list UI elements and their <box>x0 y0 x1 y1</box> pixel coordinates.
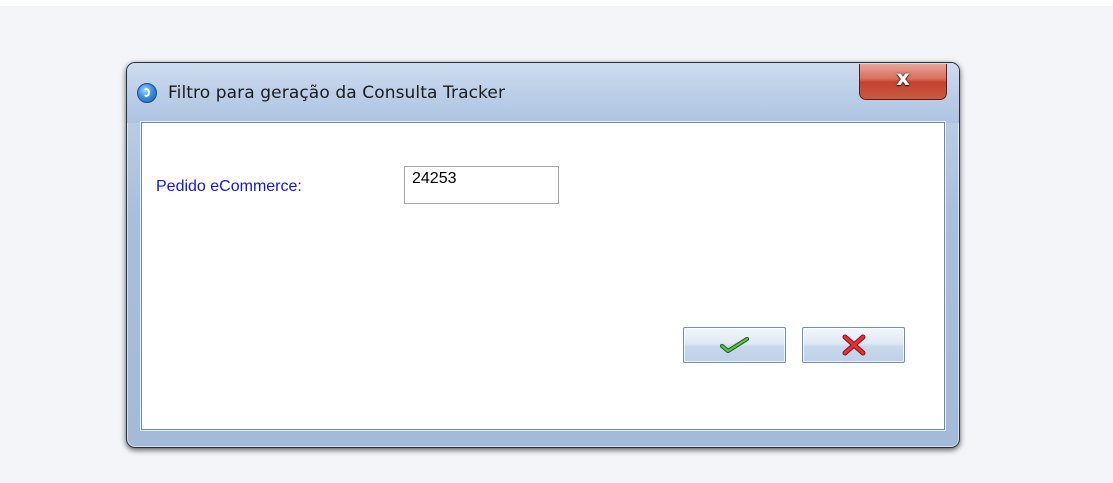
desktop-background: Filtro para geração da Consulta Tracker … <box>0 0 1113 483</box>
title-bar[interactable]: Filtro para geração da Consulta Tracker … <box>127 63 959 123</box>
pedido-ecommerce-label: Pedido eCommerce: <box>156 178 302 195</box>
pedido-ecommerce-input[interactable] <box>404 166 559 204</box>
close-icon: x <box>896 66 910 90</box>
filter-dialog: Filtro para geração da Consulta Tracker … <box>126 62 960 448</box>
confirm-button[interactable] <box>683 327 786 363</box>
check-icon <box>719 337 749 353</box>
dialog-title: Filtro para geração da Consulta Tracker <box>168 83 506 103</box>
dialog-body: Pedido eCommerce: <box>141 122 945 430</box>
cancel-button[interactable] <box>802 327 905 363</box>
close-button[interactable]: x <box>859 64 947 100</box>
x-icon <box>842 334 865 356</box>
app-globe-icon <box>137 83 157 103</box>
